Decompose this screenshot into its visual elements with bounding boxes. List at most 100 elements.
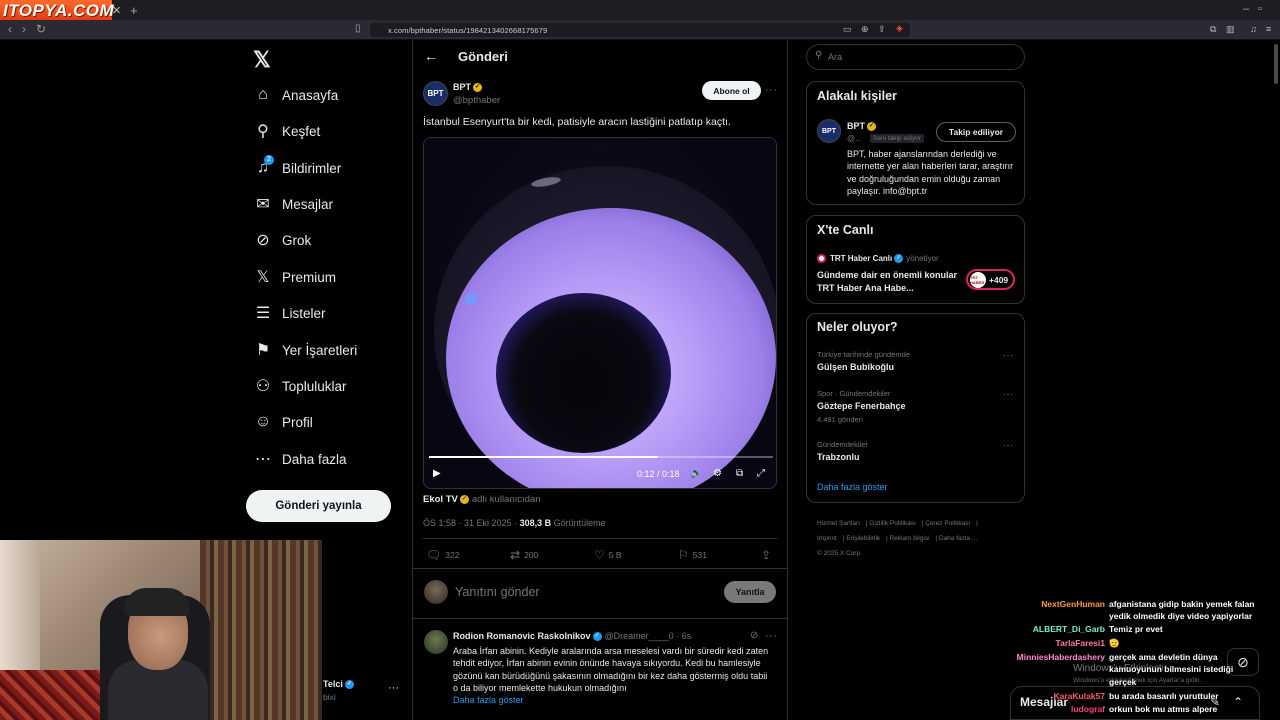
trend-more-icon[interactable]: ··· [1003, 389, 1014, 399]
trend-category: Spor · Gündemdekiler [817, 389, 891, 398]
extensions-icon[interactable]: ⧉ [1210, 24, 1216, 35]
nav-communities[interactable]: ⚇ Topluluklar [254, 374, 347, 398]
forward-icon[interactable]: › [22, 22, 26, 36]
nav-bookmarks[interactable]: ⚑ Yer İşaretleri [254, 338, 357, 362]
chat-line: NextGenHuman afganistana gidip bakin yeme… [1000, 598, 1254, 610]
mail-icon: ✉ [256, 196, 270, 213]
account-more-icon[interactable]: ··· [388, 682, 399, 694]
footer-link[interactable]: Imprint [817, 535, 837, 542]
trends-show-more[interactable]: Daha fazla göster [817, 482, 888, 492]
chat-line: kamuoyunun bilmesini istediği [1000, 663, 1233, 675]
follows-you-badge: Seni takip ediyor [870, 134, 925, 143]
fullscreen-icon[interactable]: ⤢ [757, 468, 765, 479]
nav-profile[interactable]: ☺ Profil [254, 410, 313, 434]
reader-icon[interactable]: ▭ [843, 24, 852, 35]
trend-more-icon[interactable]: ··· [1003, 350, 1014, 360]
page-scrollbar[interactable] [1274, 44, 1278, 84]
x-logo-icon[interactable]: 𝕏 [253, 47, 271, 73]
pip-icon[interactable]: ⧉ [736, 468, 743, 479]
trend-name: Trabzonlu [817, 452, 860, 462]
nav-grok[interactable]: ⊘ Grok [254, 228, 311, 252]
view-count: 308,3 B [519, 518, 552, 528]
volume-icon[interactable]: 🔈 [690, 468, 702, 479]
nav-label: Mesajlar [282, 196, 334, 212]
webcam-person-hat [124, 588, 190, 616]
video-player[interactable]: ▶ 0:12 / 0:18 🔈 ⚙ ⧉ ⤢ [423, 137, 777, 489]
nav-label: Grok [282, 232, 312, 248]
back-icon[interactable]: ‹ [8, 22, 12, 36]
author-avatar[interactable]: BPT [423, 81, 448, 106]
more-options-icon[interactable]: ··· [765, 84, 778, 96]
play-icon[interactable]: ▶ [433, 468, 441, 479]
menu-icon[interactable]: ≡ [1266, 24, 1271, 34]
chat-message: 🫡 [1109, 638, 1120, 648]
trends-title: Neler oluyor? [817, 320, 898, 334]
settings-gear-icon[interactable]: ⚙ [713, 468, 722, 479]
live-listeners-badge[interactable]: TRT HABER +409 [966, 269, 1015, 290]
comment-show-more[interactable]: Daha fazla göster [453, 695, 524, 705]
footer-link[interactable]: Daha fazla ... [939, 535, 977, 542]
post-button[interactable]: Gönderi yayınla [246, 490, 391, 522]
minimize-icon[interactable]: – [1243, 3, 1249, 15]
footer-link[interactable]: Hizmet Şartları [817, 520, 860, 527]
footer-link[interactable]: Gizlilik Politikası [869, 520, 916, 527]
video-source[interactable]: Ekol TV ✓ adlı kullanıcıdan [423, 494, 541, 505]
video-progress-bar[interactable] [429, 456, 773, 458]
new-tab-icon[interactable]: + [130, 3, 138, 18]
footer-link[interactable]: Erişilebilirlik [846, 535, 880, 542]
following-button[interactable]: Takip ediliyor [936, 122, 1016, 142]
url-text: x.com/bpthaber/status/198421340266817567… [388, 26, 548, 35]
nav-label: Topluluklar [282, 378, 347, 394]
brave-shield-icon[interactable]: ◈ [896, 23, 903, 34]
comment-more-icon[interactable]: ··· [765, 630, 778, 642]
expand-chevron-icon[interactable]: ⌃ [1233, 695, 1243, 709]
nav-home[interactable]: ⌂ Anasayfa [254, 83, 338, 107]
footer-link[interactable]: Çerez Politikası [925, 520, 970, 527]
media-icon[interactable]: ♫ [1250, 24, 1257, 34]
like-action[interactable]: ♡ 5 B [594, 548, 622, 562]
zoom-icon[interactable]: ⊕ [861, 24, 869, 35]
nav-label: Daha fazla [282, 451, 347, 467]
trend-more-icon[interactable]: ··· [1003, 440, 1014, 450]
share-action[interactable]: ⇪ [761, 548, 771, 562]
sidebar-icon[interactable]: ▥ [1226, 24, 1235, 35]
related-title: Alakalı kişiler [817, 89, 897, 103]
related-handle: @... [847, 134, 862, 143]
tab-close-icon[interactable]: ✕ [112, 4, 121, 17]
copyright: © 2025 X Corp. [817, 550, 862, 557]
nav-premium[interactable]: 𝕏 Premium [254, 265, 336, 289]
chat-username: MinniesHaberdashery [1016, 652, 1105, 662]
chat-line: gerçek [1000, 676, 1136, 688]
reply-action[interactable]: 🗨 322 [426, 548, 459, 562]
nav-more[interactable]: ⋯ Daha fazla [254, 447, 347, 471]
author-name-row[interactable]: BPT ✓ [453, 82, 482, 93]
verified-blue-icon: ✓ [894, 254, 904, 264]
author-handle[interactable]: @bpthaber [453, 95, 500, 106]
commenter-header[interactable]: Rodion Romanovic Raskolnikov ✓ @Dreamer___… [453, 631, 691, 642]
account-name-row[interactable]: Telci ✓ [323, 679, 354, 690]
nav-lists[interactable]: ☰ Listeler [254, 301, 326, 325]
maximize-icon[interactable]: ▫ [1258, 3, 1262, 15]
reply-input[interactable]: Yanıtını gönder [455, 585, 540, 599]
reply-button[interactable]: Yanıtla [724, 581, 776, 603]
nav-notifications[interactable]: ♫ 2 Bildirimler [254, 155, 341, 180]
reload-icon[interactable]: ↻ [36, 22, 46, 36]
communities-icon: ⚇ [255, 378, 271, 395]
back-arrow-icon[interactable]: ← [424, 48, 438, 64]
chat-line: MinniesHaberdashery gerçek ama devletin d… [1000, 651, 1218, 663]
bookmark-action[interactable]: ⚐ 531 [678, 548, 707, 562]
share-icon[interactable]: ⇪ [878, 24, 886, 35]
footer-links: Hizmet Şartları | Gizlilik Politikası | … [817, 520, 978, 557]
subscribe-button[interactable]: Abone ol [702, 81, 761, 100]
related-avatar[interactable]: BPT [817, 119, 841, 143]
repost-action[interactable]: ⇄ 200 [510, 548, 538, 562]
search-icon: ⚲ [815, 50, 823, 61]
bookmark-page-icon[interactable]: ▯ [355, 23, 361, 34]
nav-explore[interactable]: ⚲ Keşfet [254, 119, 320, 143]
related-name-row[interactable]: BPT ✓ [847, 121, 876, 132]
footer-link[interactable]: Reklam bilgisi [889, 535, 929, 542]
nav-messages[interactable]: ✉ Mesajlar [254, 192, 333, 216]
commenter-avatar[interactable] [424, 630, 448, 654]
verified-gold-icon: ✓ [459, 494, 469, 504]
grok-explain-icon[interactable]: ⊘ [750, 630, 759, 641]
